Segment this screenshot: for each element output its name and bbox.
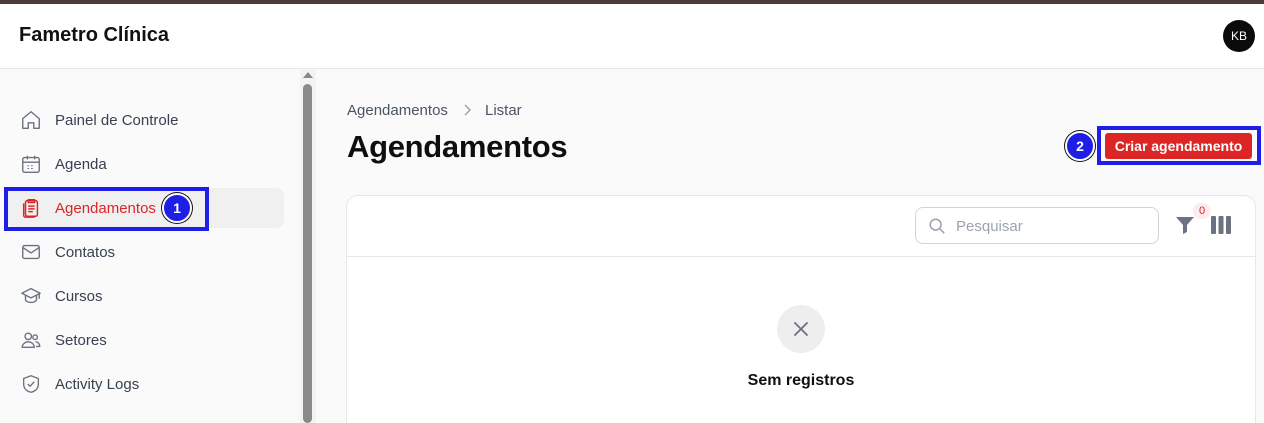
create-appointment-button[interactable]: Criar agendamento [1105, 133, 1252, 159]
empty-state-label: Sem registros [747, 372, 855, 389]
table-header-divider [347, 256, 1255, 257]
sidebar-item-setores[interactable]: Setores [8, 320, 284, 360]
annotation-badge-2: 2 [1065, 131, 1095, 161]
breadcrumb-item-listar: Listar [485, 102, 522, 119]
app-title: Fametro Clínica [19, 24, 170, 46]
filter-count-badge: 0 [1193, 203, 1211, 219]
search-input[interactable] [956, 216, 1151, 236]
calendar-icon [22, 155, 40, 173]
empty-state-icon-wrapper [777, 305, 825, 353]
page-title: Agendamentos [347, 129, 568, 164]
filter-icon[interactable] [1175, 215, 1195, 235]
home-icon [22, 111, 40, 129]
sidebar-item-label: Agenda [55, 156, 107, 173]
columns-icon[interactable] [1211, 216, 1231, 234]
top-bar: Fametro Clínica KB [0, 4, 1264, 69]
sidebar-item-contatos[interactable]: Contatos [8, 232, 284, 272]
sidebar-item-label: Contatos [55, 244, 116, 261]
sidebar-item-label: Setores [55, 332, 107, 349]
scroll-up-arrow-icon[interactable] [303, 72, 313, 78]
graduation-cap-icon [21, 287, 41, 304]
breadcrumb-item-agendamentos[interactable]: Agendamentos [347, 102, 448, 119]
user-avatar[interactable]: KB [1223, 20, 1255, 52]
sidebar-item-label: Cursos [55, 288, 103, 305]
search-icon [929, 218, 945, 234]
sidebar-item-label: Activity Logs [55, 376, 140, 393]
mail-icon [22, 244, 40, 260]
sidebar-item-activity-logs[interactable]: Activity Logs [8, 364, 284, 404]
sidebar: Painel de Controle Agenda Agendamentos C… [0, 70, 300, 423]
x-icon [794, 322, 808, 336]
sidebar-item-cursos[interactable]: Cursos [8, 276, 284, 316]
sidebar-item-agenda[interactable]: Agenda [8, 144, 284, 184]
sidebar-item-label: Painel de Controle [55, 112, 179, 129]
users-icon [21, 332, 41, 349]
scrollbar-thumb[interactable] [303, 84, 312, 423]
sidebar-item-painel[interactable]: Painel de Controle [8, 100, 284, 140]
shield-check-icon [22, 375, 40, 393]
annotation-badge-1: 1 [162, 193, 192, 223]
search-box[interactable] [915, 207, 1159, 244]
chevron-right-icon [464, 104, 472, 116]
